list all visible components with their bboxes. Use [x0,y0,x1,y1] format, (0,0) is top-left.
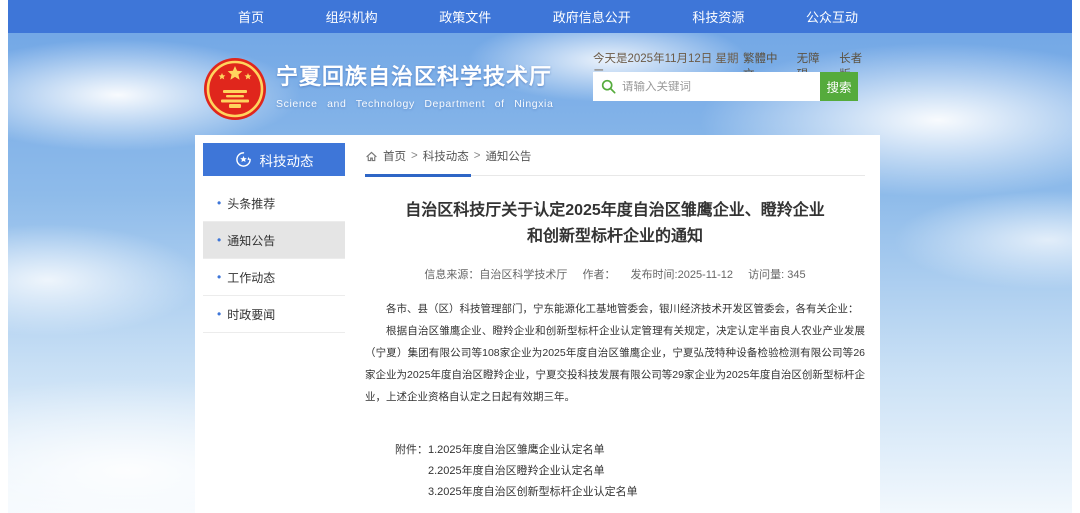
article-body: 各市、县（区）科技管理部门，宁东能源化工基地管委会，银川经济技术开发区管委会，各… [365,298,865,408]
bullet-icon: • [217,233,221,247]
sidebar-item-label: 时政要闻 [227,306,275,323]
sidebar-item-label: 工作动态 [227,269,275,286]
article-meta: 信息来源：自治区科学技术厅 作者： 发布时间:2025-11-12 访问量: 3… [365,266,865,282]
meta-source: 信息来源：自治区科学技术厅 [424,269,567,281]
star-circle-icon [235,151,252,168]
breadcrumb-separator: > [474,150,481,162]
sidebar-item-work-updates[interactable]: • 工作动态 [203,259,345,296]
article-area: 首页 > 科技动态 > 通知公告 自治区科技厅关于认定2025年度自治区雏鹰企业… [365,145,865,503]
top-navbar: 首页 组织机构 政策文件 政府信息公开 科技资源 公众互动 [8,0,1072,33]
attachments: 附件： 1.2025年度自治区雏鹰企业认定名单 2.2025年度自治区瞪羚企业认… [395,440,865,503]
meta-visits: 访问量: 345 [748,269,805,281]
attachment-link-2[interactable]: 2.2025年度自治区瞪羚企业认定名单 [428,461,638,482]
sidebar: 科技动态 • 头条推荐 • 通知公告 • 工作动态 • 时政要闻 [203,143,345,333]
sidebar-item-notices[interactable]: • 通知公告 [203,222,345,259]
sidebar-title: 科技动态 [260,150,314,170]
search-box [593,72,820,101]
bullet-icon: • [217,196,221,210]
sidebar-item-label: 头条推荐 [227,195,275,212]
sidebar-item-label: 通知公告 [227,232,275,249]
article-title: 自治区科技厅关于认定2025年度自治区雏鹰企业、瞪羚企业和创新型标杆企业的通知 [400,198,830,250]
meta-published: 发布时间:2025-11-12 [631,269,734,281]
attachments-list: 1.2025年度自治区雏鹰企业认定名单 2.2025年度自治区瞪羚企业认定名单 … [428,440,638,503]
site-header: 宁夏回族自治区科学技术厅 Science and Technology Depa… [8,33,1072,135]
site-subtitle: Science and Technology Department of Nin… [276,98,553,110]
nav-item-organization[interactable]: 组织机构 [326,7,378,26]
breadcrumb: 首页 > 科技动态 > 通知公告 [365,145,865,167]
top-nav-list: 首页 组织机构 政策文件 政府信息公开 科技资源 公众互动 [238,0,858,33]
attachment-link-3[interactable]: 3.2025年度自治区创新型标杆企业认定名单 [428,482,638,503]
site-title: 宁夏回族自治区科学技术厅 [276,59,553,91]
breadcrumb-separator: > [411,150,418,162]
search-bar: 搜索 [593,72,858,101]
meta-author: 作者： [582,269,615,281]
attachment-link-1[interactable]: 1.2025年度自治区雏鹰企业认定名单 [428,440,638,461]
nav-item-gov-info[interactable]: 政府信息公开 [553,7,631,26]
bullet-icon: • [217,270,221,284]
nav-item-public-interaction[interactable]: 公众互动 [806,7,858,26]
breadcrumb-tech-updates[interactable]: 科技动态 [423,148,469,164]
search-icon [601,79,616,94]
content-panel: 科技动态 • 头条推荐 • 通知公告 • 工作动态 • 时政要闻 [195,135,880,513]
article-paragraph: 各市、县（区）科技管理部门，宁东能源化工基地管委会，银川经济技术开发区管委会，各… [365,298,865,320]
search-button[interactable]: 搜索 [820,72,858,101]
home-icon [365,150,378,163]
nav-item-tech-resources[interactable]: 科技资源 [692,7,744,26]
breadcrumb-divider [365,175,865,176]
page: 首页 组织机构 政策文件 政府信息公开 科技资源 公众互动 宁夏回族自治区科学 [0,0,1080,513]
breadcrumb-notices[interactable]: 通知公告 [485,148,531,164]
nav-item-policy[interactable]: 政策文件 [439,7,491,26]
sidebar-header: 科技动态 [203,143,345,176]
bullet-icon: • [217,307,221,321]
breadcrumb-home[interactable]: 首页 [383,148,406,164]
attachments-label: 附件： [395,440,428,503]
breadcrumb-divider-accent [365,174,471,177]
sidebar-item-headlines[interactable]: • 头条推荐 [203,185,345,222]
site-title-block: 宁夏回族自治区科学技术厅 Science and Technology Depa… [276,59,553,110]
search-input[interactable] [622,81,812,93]
article-paragraph: 根据自治区雏鹰企业、瞪羚企业和创新型标杆企业认定管理有关规定，决定认定半亩良人农… [365,320,865,408]
national-emblem-icon [203,57,267,121]
nav-item-home[interactable]: 首页 [238,7,264,26]
sidebar-item-current-affairs[interactable]: • 时政要闻 [203,296,345,333]
national-emblem-logo[interactable] [203,57,267,121]
sidebar-list: • 头条推荐 • 通知公告 • 工作动态 • 时政要闻 [203,185,345,333]
